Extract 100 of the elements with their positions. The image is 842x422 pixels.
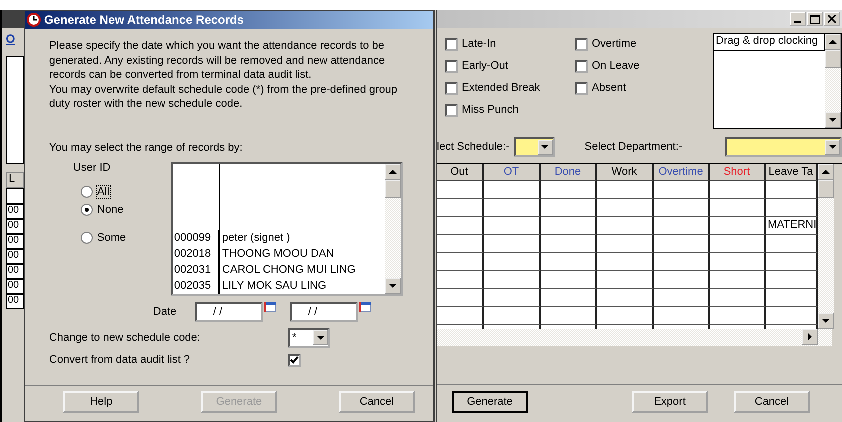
clocking-list[interactable]: Drag & drop clocking [713,33,842,129]
scroll-thumb[interactable] [818,180,834,198]
scroll-thumb[interactable] [385,180,402,198]
scroll-right-icon [807,333,813,341]
scroll-button[interactable] [818,164,834,180]
schedule-code-dropdown[interactable]: * [288,328,330,348]
department-label: Select Department:- [584,141,683,153]
dropdown-arrow-icon [828,144,836,150]
table-cell [484,271,541,289]
dialog-title: Generate New Attendance Records [44,13,244,27]
column-header[interactable]: Overtime [654,164,710,181]
checkmark-icon [290,356,300,364]
user-name-cell-text: CAROL CHONG MUI LING [221,264,356,276]
column-header[interactable]: Work [597,164,654,181]
table-cell [437,199,484,217]
table-cell [541,217,597,235]
table-cell [654,307,710,325]
scroll-button[interactable] [818,313,834,329]
table-cell [541,289,597,307]
table-cell [654,289,710,307]
scroll-up-icon [829,39,837,45]
user-id-cell: 002035 [173,278,220,294]
scroll-button[interactable] [802,329,818,345]
filter-checkbox[interactable]: Miss Punch [445,99,575,121]
table-cell [484,181,541,199]
table-cell [437,307,484,325]
table-cell [597,271,654,289]
user-id-cell: 000099 [173,230,220,246]
table-cell: 00 [6,264,24,279]
dialog-button[interactable]: Help [63,390,140,412]
table-cell [710,307,766,325]
scroll-down-icon [822,318,830,324]
table-cell [766,289,818,307]
scroll-button[interactable] [385,164,402,180]
table-cell [484,307,541,325]
user-list[interactable]: 000099 peter (signet ) 002018 THOONG MOOU DAN 002031 CAROL CHONG MUI LING 002035 LILY MOK SAU LING [171,162,404,296]
table-cell [710,271,766,289]
filter-checkbox[interactable]: On Leave [575,55,705,77]
convert-label: Convert from data audit list ? [49,354,192,366]
department-dropdown[interactable] [725,137,842,157]
close-icon [828,15,836,23]
schedule-dropdown[interactable] [514,137,555,157]
table-cell [710,199,766,217]
table-cell [484,235,541,253]
table-cell [654,199,710,217]
scroll-up-icon [389,168,398,174]
scrollbar[interactable] [825,34,841,128]
table-cell [484,253,541,271]
scroll-down-icon [829,117,837,123]
dropdown-arrow-icon [541,144,550,150]
calendar-icon[interactable] [359,302,372,312]
user-name-cell-text: LILY MOK SAU LING [221,280,327,292]
table-cell [541,181,597,199]
action-button[interactable]: Cancel [734,390,810,412]
filter-checkbox[interactable]: Absent [575,77,705,99]
user-name-cell-text: THOONG MOOU DAN [221,248,334,260]
scrollbar[interactable] [385,164,402,294]
clock-icon [27,13,42,27]
dialog-button[interactable]: Cancel [338,390,415,412]
table-cell [541,253,597,271]
close-button[interactable] [824,12,840,26]
table-cell [597,199,654,217]
table-cell [766,181,818,199]
column-header[interactable]: Done [541,164,597,181]
scrollbar[interactable] [818,164,834,329]
table-cell [766,271,818,289]
table-cell [437,235,484,253]
scroll-button[interactable] [825,112,841,128]
radio-option[interactable]: Some [81,232,172,244]
minimize-button[interactable] [790,12,806,26]
table-cell: 00 [6,294,24,309]
column-header[interactable]: OT [484,164,541,181]
calendar-icon[interactable] [264,302,276,312]
convert-checkbox[interactable] [288,354,302,366]
table-cell [597,181,654,199]
scroll-thumb[interactable] [825,50,841,68]
action-button[interactable]: Export [632,390,708,412]
radio-option[interactable]: All [81,186,172,198]
filter-checkbox[interactable]: Late-In [445,33,575,55]
column-header[interactable]: Leave Ta [766,164,818,181]
user-id-label: User ID [73,162,112,174]
scroll-button[interactable] [825,34,841,50]
column-header: L [6,172,24,188]
table-cell [541,235,597,253]
user-id-cell: 002031 [173,262,220,278]
filter-checkbox[interactable]: Extended Break [445,77,575,99]
table-cell [654,181,710,199]
filter-checkbox[interactable]: Early-Out [445,55,575,77]
link[interactable]: O [2,28,24,50]
column-header[interactable]: Out [437,164,484,181]
maximize-button[interactable] [807,12,823,26]
filter-checkbox[interactable]: Overtime [575,33,705,55]
table-cell [766,253,818,271]
scroll-button[interactable] [385,278,402,294]
table-cell [710,253,766,271]
table-cell [766,199,818,217]
action-button[interactable]: Generate [452,390,528,412]
horizontal-scrollbar[interactable] [437,329,832,346]
instructions-text: Please specify the date which you want the attendance records to be generated. Any existing records will be removed and new attendance records can be converted from terminal data audit list. You may overwrite default schedule code (*) from the pre-defined group duty roster with the new schedule code. [49,39,399,112]
radio-option[interactable]: None [81,204,172,216]
